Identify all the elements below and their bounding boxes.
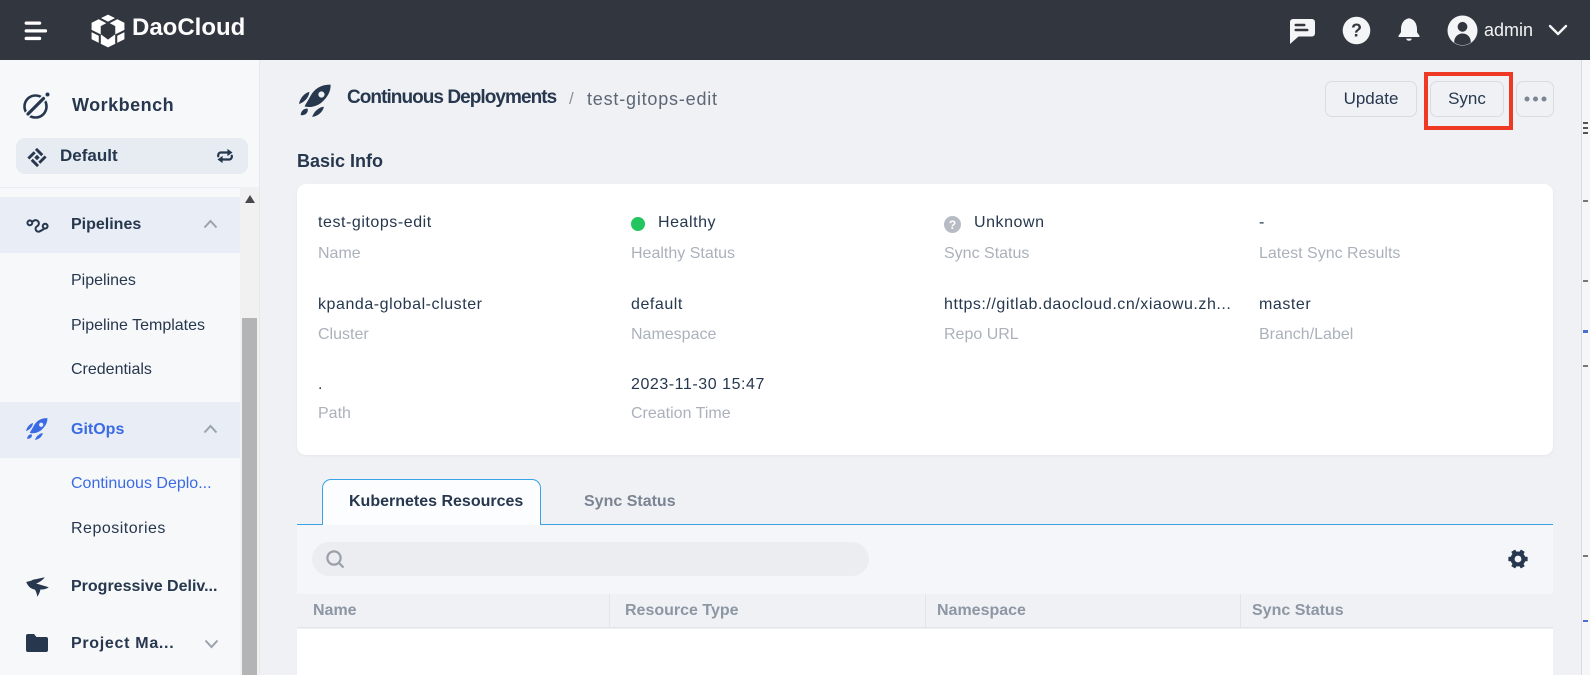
svg-text:?: ?	[1351, 21, 1362, 41]
svg-text:?: ?	[949, 218, 956, 232]
